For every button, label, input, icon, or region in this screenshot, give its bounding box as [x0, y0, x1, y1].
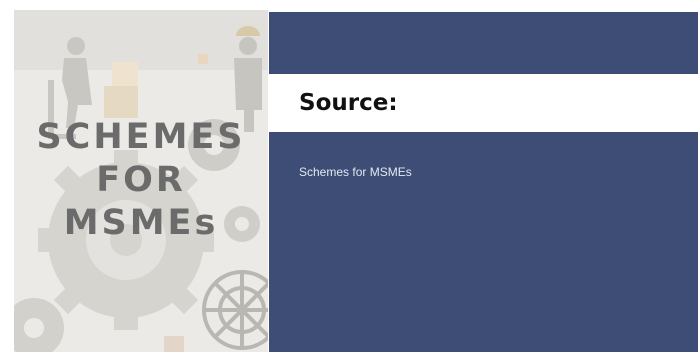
image-title-line: MSMEs — [63, 203, 219, 244]
source-heading-band: Source: — [269, 74, 698, 132]
schemes-illustration: SCHEMES FOR MSMEs — [14, 10, 268, 352]
page: SCHEMES FOR MSMEs Source: Schemes for MS… — [0, 0, 698, 352]
source-item: Schemes for MSMEs — [299, 165, 412, 179]
source-panel: Source: Schemes for MSMEs — [269, 12, 698, 352]
image-title-line: FOR — [96, 160, 186, 201]
image-title-line: SCHEMES — [36, 117, 246, 157]
source-heading: Source: — [299, 90, 398, 116]
image-title: SCHEMES FOR MSMEs — [14, 116, 268, 245]
